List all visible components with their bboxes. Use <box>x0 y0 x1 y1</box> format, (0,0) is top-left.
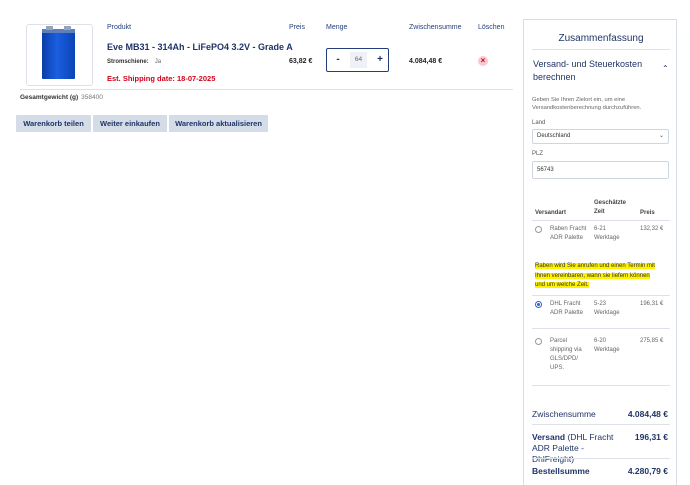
grand-total-value: 4.280,79 € <box>627 466 668 476</box>
zip-label: PLZ <box>532 151 544 157</box>
method-name: Parcel shipping via GLS/DPD/ UPS. <box>550 338 582 371</box>
country-value: Deutschland <box>537 133 571 139</box>
summary-panel: Zusammenfassung Versand- und Steuerkoste… <box>523 19 677 485</box>
update-cart-button[interactable]: Warenkorb aktualisieren <box>169 115 268 132</box>
chevron-up-icon[interactable]: ⌃ <box>662 64 669 73</box>
subtotal-label: Zwischensumme <box>532 409 596 419</box>
method-name: Raben Fracht ADR Palette <box>550 226 587 241</box>
decrement-button[interactable]: - <box>331 52 345 68</box>
divider <box>532 458 670 459</box>
summary-title: Zusammenfassung <box>558 33 644 44</box>
increment-button[interactable]: + <box>373 52 387 68</box>
divider <box>532 49 670 50</box>
header-quantity: Menge <box>326 24 348 31</box>
total-weight: Gesamtgewicht (g) 358400 <box>20 94 103 101</box>
raben-note: Raben wird Sie anrufen und einen Termin … <box>535 263 655 288</box>
col-price: Preis <box>640 210 655 216</box>
option-value: Ja <box>154 59 162 65</box>
product-thumbnail[interactable] <box>26 24 93 86</box>
weight-label: Gesamtgewicht (g) <box>20 94 79 101</box>
method-price: 196,31 € <box>640 301 664 307</box>
delete-item-icon[interactable]: × <box>478 56 488 66</box>
shipping-total: Versand (DHL Fracht ADR Palette - DhlFre… <box>532 432 627 465</box>
col-time: Geschätzte Zeit <box>594 200 627 215</box>
shipping-intro: Geben Sie Ihren Zielort ein, um eine Ver… <box>532 97 642 111</box>
col-method: Versandart <box>535 210 567 216</box>
divider <box>532 328 670 329</box>
method-radio-raben[interactable] <box>535 226 542 233</box>
item-subtotal: 4.084,48 € <box>409 58 443 65</box>
header-delete: Löschen <box>478 24 505 31</box>
method-time: 6-21 Werktage <box>594 226 620 241</box>
country-select[interactable]: Deutschland ⌄ <box>532 129 669 144</box>
shipping-label: Versand <box>532 432 566 442</box>
quantity-input[interactable]: 64 <box>350 52 367 68</box>
divider <box>532 295 670 296</box>
chevron-down-icon: ⌄ <box>658 133 664 139</box>
option-label: Stromschiene: <box>107 59 149 65</box>
subtotal-value: 4.084,48 € <box>627 409 668 419</box>
share-cart-button[interactable]: Warenkorb teilen <box>16 115 91 132</box>
method-time: 5-23 Werktage <box>594 301 620 316</box>
header-price: Preis <box>289 24 305 31</box>
divider <box>532 220 670 221</box>
header-product: Produkt <box>107 24 132 31</box>
header-subtotal: Zwischensumme <box>409 24 462 31</box>
product-option: Stromschiene: Ja <box>107 59 161 65</box>
weight-value: 358400 <box>81 94 103 101</box>
method-price: 132,32 € <box>640 226 664 232</box>
shipping-section-toggle[interactable]: Versand- und Steuerkosten berechnen <box>533 58 653 84</box>
method-price: 275,85 € <box>640 338 664 344</box>
divider <box>532 424 670 425</box>
grand-total-label: Bestellsumme <box>532 466 590 476</box>
shipping-date: Est. Shipping date: 18-07-2025 <box>107 74 216 83</box>
divider <box>532 385 670 386</box>
method-radio-dhl[interactable] <box>535 301 542 308</box>
item-price: 63,82 € <box>289 58 313 65</box>
continue-shopping-button[interactable]: Weiter einkaufen <box>93 115 167 132</box>
shipping-value: 196,31 € <box>634 432 668 442</box>
product-name-link[interactable]: Eve MB31 - 314Ah - LiFePO4 3.2V - Grade … <box>107 42 293 52</box>
quantity-stepper: - 64 + <box>326 48 389 72</box>
battery-image <box>42 26 75 79</box>
row-divider <box>20 89 513 90</box>
method-name: DHL Fracht ADR Palette <box>550 301 584 316</box>
method-time: 6-20 Werktage <box>594 338 620 353</box>
zip-input[interactable]: 56743 <box>532 161 669 179</box>
method-radio-parcel[interactable] <box>535 338 542 345</box>
country-label: Land <box>532 120 546 126</box>
